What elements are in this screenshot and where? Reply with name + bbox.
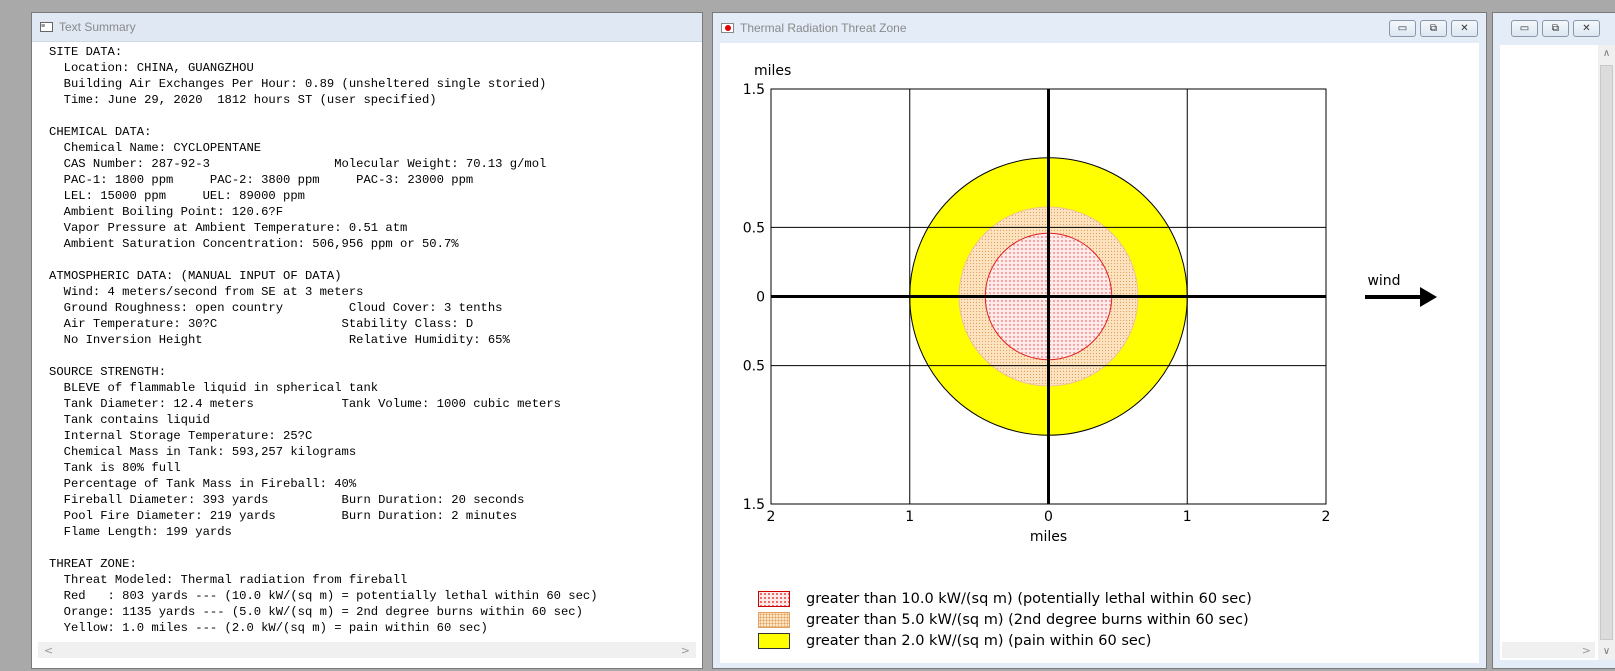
threat-zone-titlebar[interactable]: Thermal Radiation Threat Zone xyxy=(713,13,1486,42)
legend-swatch xyxy=(758,590,790,607)
summary-line: Flame Length: 199 yards xyxy=(63,525,232,539)
x-tick-label: 0 xyxy=(1044,509,1053,525)
background-window-controls: ▭ ⧉ ✕ xyxy=(1511,20,1600,37)
summary-line: SITE DATA: xyxy=(49,45,123,59)
summary-line: Orange: 1135 yards --- (5.0 kW/(sq m) = … xyxy=(63,605,583,619)
y-tick-label: 1.5 xyxy=(743,82,765,98)
summary-line: Air Temperature: 30?C Stability Class: D xyxy=(63,317,474,331)
summary-line: Time: June 29, 2020 1812 hours ST (user … xyxy=(63,93,437,107)
close-button[interactable]: ✕ xyxy=(1451,20,1478,37)
summary-line: Fireball Diameter: 393 yards Burn Durati… xyxy=(63,493,525,507)
summary-line: Red : 803 yards --- (10.0 kW/(sq m) = po… xyxy=(63,589,598,603)
scroll-right-arrow-icon[interactable]: > xyxy=(681,644,690,657)
bg-horizontal-scrollbar[interactable]: > xyxy=(1502,642,1595,658)
threat-zone-window[interactable]: Thermal Radiation Threat Zone ▭ ⧉ ✕ 2 1 0 1… xyxy=(712,12,1487,669)
summary-line: No Inversion Height Relative Humidity: 6… xyxy=(63,333,510,347)
summary-line: BLEVE of flammable liquid in spherical t… xyxy=(63,381,379,395)
window-controls: ▭ ⧉ ✕ xyxy=(1389,20,1478,37)
legend-label: greater than 10.0 kW/(sq m) (potentially… xyxy=(806,590,1252,607)
summary-line: Ambient Saturation Concentration: 506,95… xyxy=(63,237,459,251)
x-tick-label: 1 xyxy=(1183,509,1192,525)
bg-maximize-button[interactable]: ⧉ xyxy=(1542,20,1569,37)
threat-zone-icon xyxy=(721,22,734,33)
summary-line: Internal Storage Temperature: 25?C xyxy=(63,429,313,443)
vertical-scrollbar[interactable]: ∧ ∨ xyxy=(1598,45,1615,660)
summary-line: Tank contains liquid xyxy=(63,413,210,427)
legend-label: greater than 5.0 kW/(sq m) (2nd degree b… xyxy=(806,611,1249,628)
text-summary-titlebar[interactable]: ≡ Text Summary xyxy=(32,13,702,42)
summary-line: ATMOSPHERIC DATA: (MANUAL INPUT OF DATA) xyxy=(49,269,342,283)
legend-item: greater than 2.0 kW/(sq m) (pain within … xyxy=(758,630,1252,651)
summary-line: PAC-1: 1800 ppm PAC-2: 3800 ppm PAC-3: 2… xyxy=(63,173,474,187)
chart-legend: greater than 10.0 kW/(sq m) (potentially… xyxy=(758,588,1252,651)
summary-line: CHEMICAL DATA: xyxy=(49,125,152,139)
summary-line: Ground Roughness: open country Cloud Cov… xyxy=(63,301,503,315)
scrollbar-thumb[interactable] xyxy=(1600,65,1613,640)
text-summary-title: Text Summary xyxy=(59,20,136,34)
y-tick-label: 0.5 xyxy=(743,359,765,375)
legend-item: greater than 10.0 kW/(sq m) (potentially… xyxy=(758,588,1252,609)
background-window-body: ∧ ∨ > xyxy=(1500,45,1615,660)
summary-line: Yellow: 1.0 miles --- (2.0 kW/(sq m) = p… xyxy=(63,621,488,635)
x-tick-label: 2 xyxy=(1322,509,1331,525)
bg-minimize-button[interactable]: ▭ xyxy=(1511,20,1538,37)
y-tick-label: 0 xyxy=(756,290,765,306)
legend-swatch xyxy=(758,632,790,649)
text-summary-window[interactable]: ≡ Text Summary SITE DATA: Location: CHIN… xyxy=(31,12,703,669)
horizontal-scrollbar[interactable]: < > xyxy=(38,642,696,658)
summary-line: Chemical Name: CYCLOPENTANE xyxy=(63,141,262,155)
summary-line: SOURCE STRENGTH: xyxy=(49,365,167,379)
text-document-icon: ≡ xyxy=(40,22,53,32)
bg-scroll-right-arrow-icon[interactable]: > xyxy=(1582,644,1591,657)
summary-line: CAS Number: 287-92-3 Molecular Weight: 7… xyxy=(63,157,547,171)
bg-close-button[interactable]: ✕ xyxy=(1573,20,1600,37)
summary-line: Chemical Mass in Tank: 593,257 kilograms xyxy=(63,445,357,459)
threat-zone-title: Thermal Radiation Threat Zone xyxy=(740,20,907,35)
summary-line: LEL: 15000 ppm UEL: 89000 ppm xyxy=(63,189,305,203)
summary-line: Location: CHINA, GUANGZHOU xyxy=(63,61,254,75)
summary-line: Threat Modeled: Thermal radiation from f… xyxy=(63,573,408,587)
y-tick-label: 0.5 xyxy=(743,220,765,236)
y-tick-label: 1.5 xyxy=(743,497,765,513)
scroll-up-arrow-icon[interactable]: ∧ xyxy=(1603,48,1610,59)
legend-label: greater than 2.0 kW/(sq m) (pain within … xyxy=(806,632,1152,649)
wind-arrow-icon xyxy=(1420,287,1437,307)
summary-line: Percentage of Tank Mass in Fireball: 40% xyxy=(63,477,357,491)
x-axis-label: miles xyxy=(1030,529,1067,545)
summary-text-body[interactable]: SITE DATA: Location: CHINA, GUANGZHOU Bu… xyxy=(32,42,702,642)
x-tick-label: 1 xyxy=(905,509,914,525)
wind-label: wind xyxy=(1367,273,1400,289)
summary-line: Wind: 4 meters/second from SE at 3 meter… xyxy=(63,285,364,299)
chart-area: 2 1 0 1 2 1.5 0.5 0 0.5 1.5 miles miles wind greate… xyxy=(720,43,1479,663)
maximize-button[interactable]: ⧉ xyxy=(1420,20,1447,37)
scroll-left-arrow-icon[interactable]: < xyxy=(44,644,53,657)
legend-swatch xyxy=(758,611,790,628)
summary-line: Ambient Boiling Point: 120.6?F xyxy=(63,205,284,219)
x-tick-label: 2 xyxy=(767,509,776,525)
summary-line: Tank is 80% full xyxy=(63,461,181,475)
background-window[interactable]: ▭ ⧉ ✕ ∧ ∨ > xyxy=(1492,12,1615,669)
summary-line: Tank Diameter: 12.4 meters Tank Volume: … xyxy=(63,397,561,411)
legend-item: greater than 5.0 kW/(sq m) (2nd degree b… xyxy=(758,609,1252,630)
summary-line: Vapor Pressure at Ambient Temperature: 0… xyxy=(63,221,408,235)
y-axis-label: miles xyxy=(754,63,791,79)
summary-line: THREAT ZONE: xyxy=(49,557,137,571)
summary-line: Pool Fire Diameter: 219 yards Burn Durat… xyxy=(63,509,518,523)
minimize-button[interactable]: ▭ xyxy=(1389,20,1416,37)
summary-line: Building Air Exchanges Per Hour: 0.89 (u… xyxy=(63,77,547,91)
scroll-down-arrow-icon[interactable]: ∨ xyxy=(1603,646,1610,657)
threat-zone-chart: 2 1 0 1 21.50.500.51.5milesmiles wind xyxy=(743,63,1437,545)
